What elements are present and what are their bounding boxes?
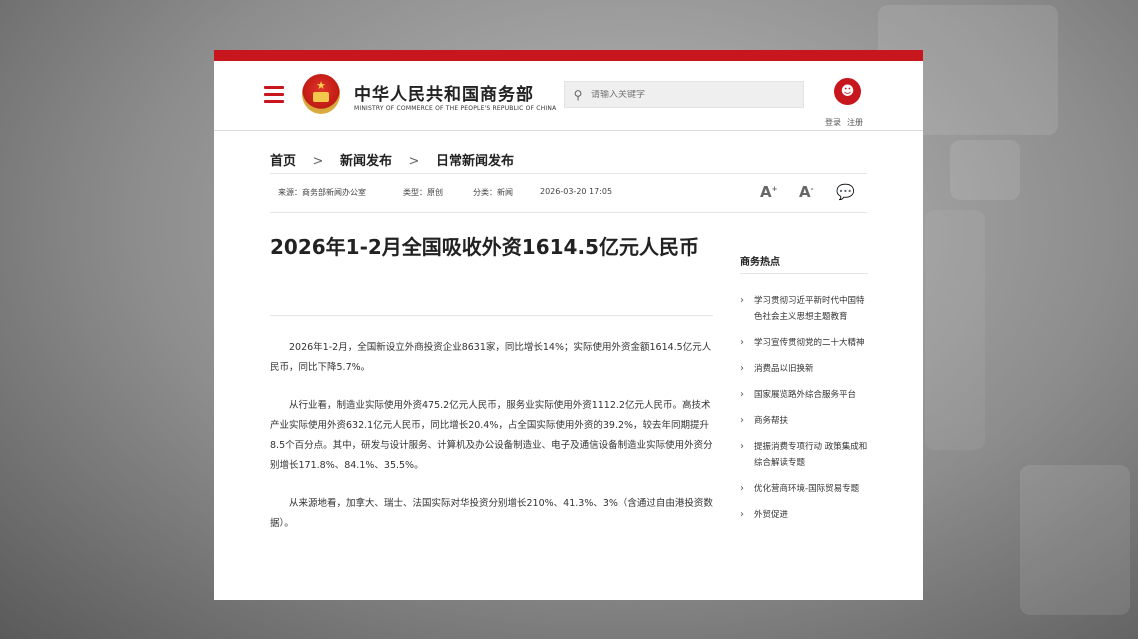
background-panel [1020, 465, 1130, 615]
login-link[interactable]: 登录 [825, 118, 841, 127]
register-link[interactable]: 注册 [847, 118, 863, 127]
sidebar-title: 商务热点 [740, 257, 780, 268]
meta-source: 来源：商务部新闻办公室 [278, 188, 366, 197]
sidebar-item[interactable]: 优化营商环境-国际贸易专题 [740, 481, 868, 497]
webpage: ★ 中华人民共和国商务部 MINISTRY OF COMMERCE OF THE… [214, 50, 923, 600]
national-emblem-icon: ★ [302, 74, 340, 114]
breadcrumb-daily-news[interactable]: 日常新闻发布 [436, 154, 514, 169]
sidebar-item[interactable]: 商务帮扶 [740, 413, 868, 429]
breadcrumb-separator: > [312, 154, 324, 169]
menu-icon[interactable] [264, 86, 284, 103]
meta-category: 分类：新闻 [473, 188, 513, 197]
breadcrumb-separator: > [408, 154, 420, 169]
article-title: 2026年1-2月全国吸收外资1614.5亿元人民币 [270, 235, 699, 259]
meta-type: 类型：原创 [403, 188, 443, 197]
sidebar-item[interactable]: 提振消费专项行动 政策集成和综合解读专题 [740, 439, 868, 471]
user-links: 登录 注册 [825, 117, 869, 128]
top-red-bar [214, 50, 923, 61]
sidebar-list: 学习贯彻习近平新时代中国特色社会主义思想主题教育 学习宣传贯彻党的二十大精神 消… [740, 293, 868, 533]
wechat-icon[interactable]: 💬 [836, 183, 855, 201]
background-panel [925, 210, 985, 450]
article-paragraph: 2026年1-2月，全国新设立外商投资企业8631家，同比增长14%；实际使用外… [270, 342, 712, 373]
title-divider [270, 315, 713, 316]
search-icon[interactable]: ⚲ [565, 88, 591, 102]
search-box[interactable]: ⚲ [564, 81, 804, 108]
article-paragraph: 从来源地看，加拿大、瑞士、法国实际对华投资分别增长210%、41.3%、3%（含… [270, 498, 713, 529]
sidebar-item[interactable]: 国家展览路外综合服务平台 [740, 387, 868, 403]
meta-datetime: 2026-03-20 17:05 [540, 187, 613, 196]
breadcrumb-news[interactable]: 新闻发布 [340, 154, 392, 169]
font-size-decrease-button[interactable]: A- [799, 183, 814, 201]
sidebar-divider [740, 273, 868, 274]
breadcrumb-home[interactable]: 首页 [270, 154, 296, 169]
font-size-increase-button[interactable]: A+ [760, 183, 777, 201]
sidebar-item[interactable]: 学习宣传贯彻党的二十大精神 [740, 335, 868, 351]
article-body: 2026年1-2月，全国新设立外商投资企业8631家，同比增长14%；实际使用外… [270, 338, 715, 552]
search-input[interactable] [591, 89, 791, 100]
breadcrumb: 首页 > 新闻发布 > 日常新闻发布 [270, 150, 514, 169]
user-icon[interactable]: ☻ [834, 78, 861, 105]
sidebar-item[interactable]: 学习贯彻习近平新时代中国特色社会主义思想主题教育 [740, 293, 868, 325]
sidebar-item[interactable]: 外贸促进 [740, 507, 868, 523]
site-subtitle: MINISTRY OF COMMERCE OF THE PEOPLE'S REP… [354, 105, 557, 112]
article-paragraph: 从行业看，制造业实际使用外资475.2亿元人民币，服务业实际使用外资1112.2… [270, 400, 713, 471]
site-name: 中华人民共和国商务部 [354, 85, 534, 105]
article-meta: 来源：商务部新闻办公室 类型：原创 分类：新闻 2026-03-20 17:05… [270, 173, 867, 213]
background-panel [950, 140, 1020, 200]
sidebar-item[interactable]: 消费品以旧换新 [740, 361, 868, 377]
site-header: ★ 中华人民共和国商务部 MINISTRY OF COMMERCE OF THE… [214, 61, 923, 131]
